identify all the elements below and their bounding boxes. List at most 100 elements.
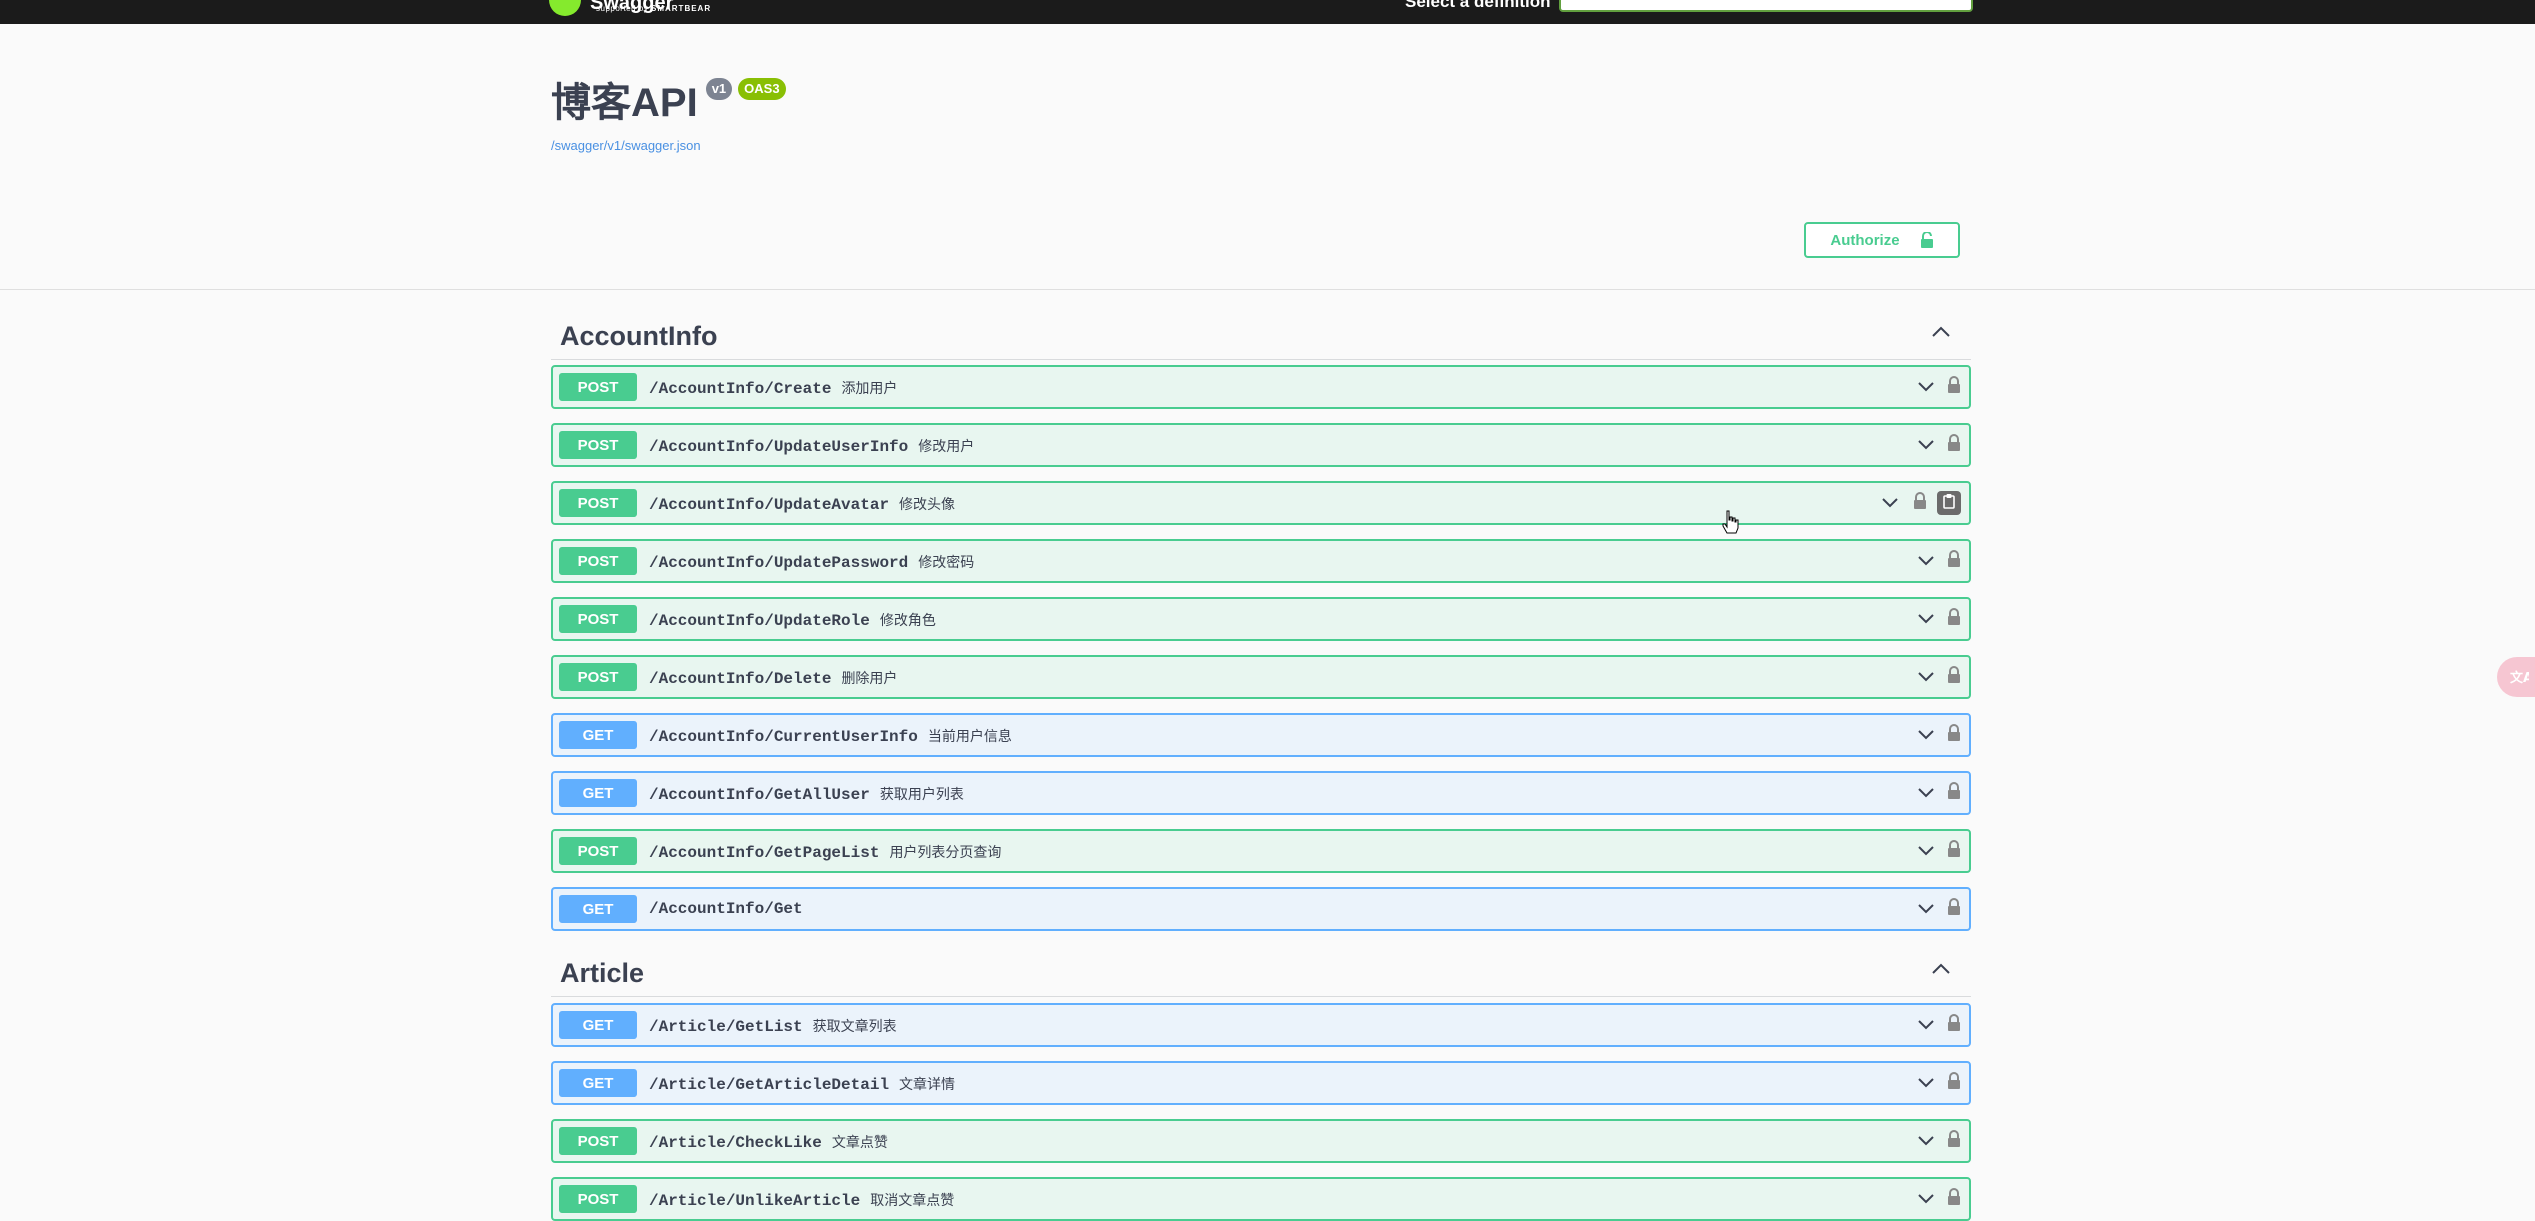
operation-summary: 文章点赞 — [831, 1134, 888, 1150]
oas-badge: OAS3 — [738, 78, 786, 100]
operation-summary: 删除用户 — [841, 670, 898, 686]
operation-row[interactable]: POST/AccountInfo/UpdateUserInfo 修改用户 — [551, 423, 1971, 467]
copy-path-button[interactable] — [1937, 491, 1961, 515]
operation-row[interactable]: GET/AccountInfo/GetAllUser 获取用户列表 — [551, 771, 1971, 815]
lock-icon[interactable] — [1947, 1072, 1961, 1095]
operation-summary: 修改角色 — [879, 612, 936, 628]
chevron-down-icon[interactable] — [1917, 1018, 1935, 1036]
chevron-down-icon[interactable] — [1917, 844, 1935, 862]
lock-icon[interactable] — [1947, 666, 1961, 689]
spec-link[interactable]: /swagger/v1/swagger.json — [551, 138, 786, 153]
topbar: Swagger supported by SMARTBEAR Select a … — [0, 0, 2535, 24]
operation-path: /AccountInfo/Create 添加用户 — [649, 378, 897, 398]
page-title: 博客API v1 OAS3 — [551, 70, 786, 128]
tag-name: Article — [560, 958, 645, 988]
method-badge: POST — [559, 489, 637, 517]
definition-select[interactable] — [1559, 0, 1973, 12]
operation-row[interactable]: POST/Article/UnlikeArticle 取消文章点赞 — [551, 1177, 1971, 1221]
select-definition-label: Select a definition — [1405, 0, 1551, 11]
chevron-down-icon[interactable] — [1917, 1076, 1935, 1094]
chevron-down-icon[interactable] — [1917, 438, 1935, 456]
method-badge: POST — [559, 837, 637, 865]
lock-icon[interactable] — [1947, 1130, 1961, 1153]
operation-summary: 修改用户 — [918, 438, 975, 454]
operation-row[interactable]: POST/AccountInfo/UpdateAvatar 修改头像 — [551, 481, 1971, 525]
version-badge: v1 — [705, 78, 733, 100]
chevron-down-icon[interactable] — [1917, 1134, 1935, 1152]
clipboard-icon — [1942, 493, 1956, 514]
logo-sub-prefix: supported by — [596, 4, 649, 13]
path-text: /Article/UnlikeArticle — [649, 1192, 861, 1210]
method-badge: GET — [559, 1011, 637, 1039]
operation-path: /AccountInfo/UpdateRole 修改角色 — [649, 610, 936, 630]
authorize-button[interactable]: Authorize — [1804, 222, 1960, 258]
logo-subtitle: supported by SMARTBEAR — [596, 4, 711, 13]
api-title: 博客API — [551, 81, 698, 125]
operation-row[interactable]: POST/AccountInfo/UpdatePassword 修改密码 — [551, 539, 1971, 583]
lock-icon[interactable] — [1947, 608, 1961, 631]
path-text: /Article/GetList — [649, 1018, 803, 1036]
operation-row[interactable]: GET/Article/GetList 获取文章列表 — [551, 1003, 1971, 1047]
lock-icon[interactable] — [1947, 550, 1961, 573]
path-text: /Article/CheckLike — [649, 1134, 822, 1152]
lock-icon[interactable] — [1947, 376, 1961, 399]
method-badge: POST — [559, 663, 637, 691]
chevron-down-icon[interactable] — [1917, 902, 1935, 920]
method-badge: POST — [559, 605, 637, 633]
path-text: /AccountInfo/UpdateRole — [649, 612, 870, 630]
method-badge: GET — [559, 721, 637, 749]
operation-row[interactable]: GET/AccountInfo/Get — [551, 887, 1971, 931]
lock-icon[interactable] — [1947, 898, 1961, 921]
lock-icon[interactable] — [1947, 840, 1961, 863]
chevron-down-icon[interactable] — [1917, 612, 1935, 630]
chevron-down-icon[interactable] — [1881, 496, 1899, 514]
operation-row[interactable]: POST/AccountInfo/UpdateRole 修改角色 — [551, 597, 1971, 641]
method-badge: POST — [559, 1127, 637, 1155]
chevron-down-icon[interactable] — [1917, 1192, 1935, 1210]
lock-icon[interactable] — [1947, 782, 1961, 805]
operation-row[interactable]: GET/Article/GetArticleDetail 文章详情 — [551, 1061, 1971, 1105]
operation-summary: 添加用户 — [841, 380, 898, 396]
swagger-logo-icon[interactable] — [549, 0, 581, 16]
operation-summary: 获取文章列表 — [812, 1018, 897, 1034]
chevron-up-icon[interactable] — [1931, 325, 1951, 344]
logo-sub-brand: SMARTBEAR — [651, 4, 712, 13]
lock-icon[interactable] — [1913, 492, 1927, 515]
chevron-down-icon[interactable] — [1917, 786, 1935, 804]
chevron-down-icon[interactable] — [1917, 728, 1935, 746]
method-badge: POST — [559, 373, 637, 401]
path-text: /AccountInfo/Get — [649, 900, 803, 918]
chevron-down-icon[interactable] — [1917, 554, 1935, 572]
lock-icon[interactable] — [1947, 1188, 1961, 1211]
operation-row[interactable]: GET/AccountInfo/CurrentUserInfo 当前用户信息 — [551, 713, 1971, 757]
lock-icon[interactable] — [1947, 724, 1961, 747]
path-text: /AccountInfo/UpdateAvatar — [649, 496, 890, 514]
header-divider — [0, 289, 2535, 290]
operation-path: /AccountInfo/GetPageList 用户列表分页查询 — [649, 842, 1001, 862]
hand-cursor-icon — [1722, 510, 1739, 534]
chevron-up-icon[interactable] — [1931, 962, 1951, 981]
operation-path: /AccountInfo/Delete 删除用户 — [649, 668, 897, 688]
operation-row[interactable]: POST/AccountInfo/Delete 删除用户 — [551, 655, 1971, 699]
translate-widget[interactable]: 文A — [2497, 657, 2535, 697]
operation-summary: 当前用户信息 — [927, 728, 1012, 744]
method-badge: GET — [559, 895, 637, 923]
operation-row[interactable]: POST/AccountInfo/Create 添加用户 — [551, 365, 1971, 409]
method-badge: POST — [559, 431, 637, 459]
operation-row[interactable]: POST/Article/CheckLike 文章点赞 — [551, 1119, 1971, 1163]
method-badge: POST — [559, 1185, 637, 1213]
tag-section-header[interactable]: Article — [551, 948, 1971, 997]
operation-row[interactable]: POST/AccountInfo/GetPageList 用户列表分页查询 — [551, 829, 1971, 873]
operation-path: /AccountInfo/UpdateAvatar 修改头像 — [649, 494, 955, 514]
operation-summary: 文章详情 — [899, 1076, 956, 1092]
operation-path: /AccountInfo/UpdateUserInfo 修改用户 — [649, 436, 974, 456]
method-badge: GET — [559, 1069, 637, 1097]
chevron-down-icon[interactable] — [1917, 380, 1935, 398]
lock-icon[interactable] — [1947, 1014, 1961, 1037]
lock-icon[interactable] — [1947, 434, 1961, 457]
unlock-icon — [1920, 232, 1933, 248]
path-text: /AccountInfo/GetPageList — [649, 844, 880, 862]
tag-section-header[interactable]: AccountInfo — [551, 311, 1971, 360]
chevron-down-icon[interactable] — [1917, 670, 1935, 688]
svg-text:文A: 文A — [2510, 670, 2529, 686]
